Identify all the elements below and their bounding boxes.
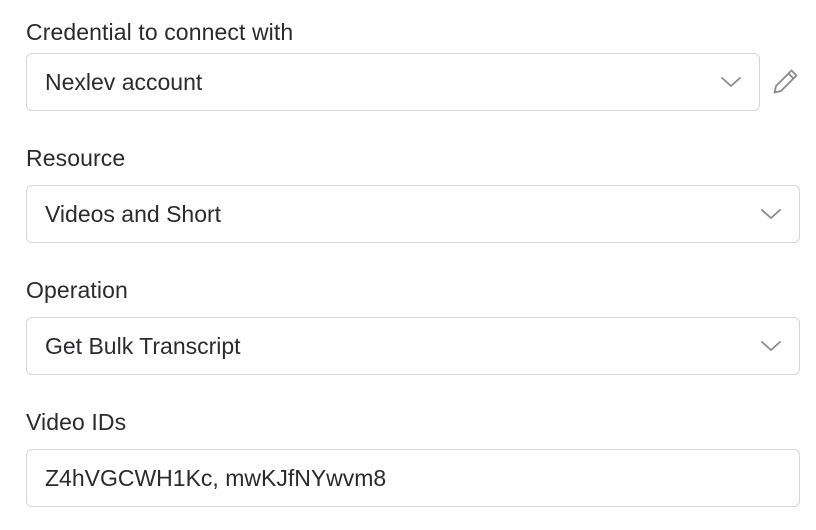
video-ids-input[interactable]: Z4hVGCWH1Kc, mwKJfNYwvm8: [26, 449, 800, 507]
chevron-down-icon: [761, 209, 781, 219]
video-ids-label: Video IDs: [26, 409, 127, 435]
operation-select-value: Get Bulk Transcript: [45, 333, 241, 359]
pencil-icon[interactable]: [771, 66, 801, 96]
credential-select-value: Nexlev account: [45, 69, 203, 95]
resource-label: Resource: [26, 145, 126, 171]
resource-select[interactable]: Videos and Short: [26, 185, 800, 243]
operation-label: Operation: [26, 277, 128, 303]
credential-select[interactable]: Nexlev account: [26, 53, 760, 111]
resource-select-value: Videos and Short: [45, 201, 222, 227]
credential-label: Credential to connect with: [26, 19, 294, 45]
chevron-down-icon: [721, 77, 741, 87]
operation-select[interactable]: Get Bulk Transcript: [26, 317, 800, 375]
video-ids-input-value: Z4hVGCWH1Kc, mwKJfNYwvm8: [45, 465, 387, 491]
chevron-down-icon: [761, 341, 781, 351]
